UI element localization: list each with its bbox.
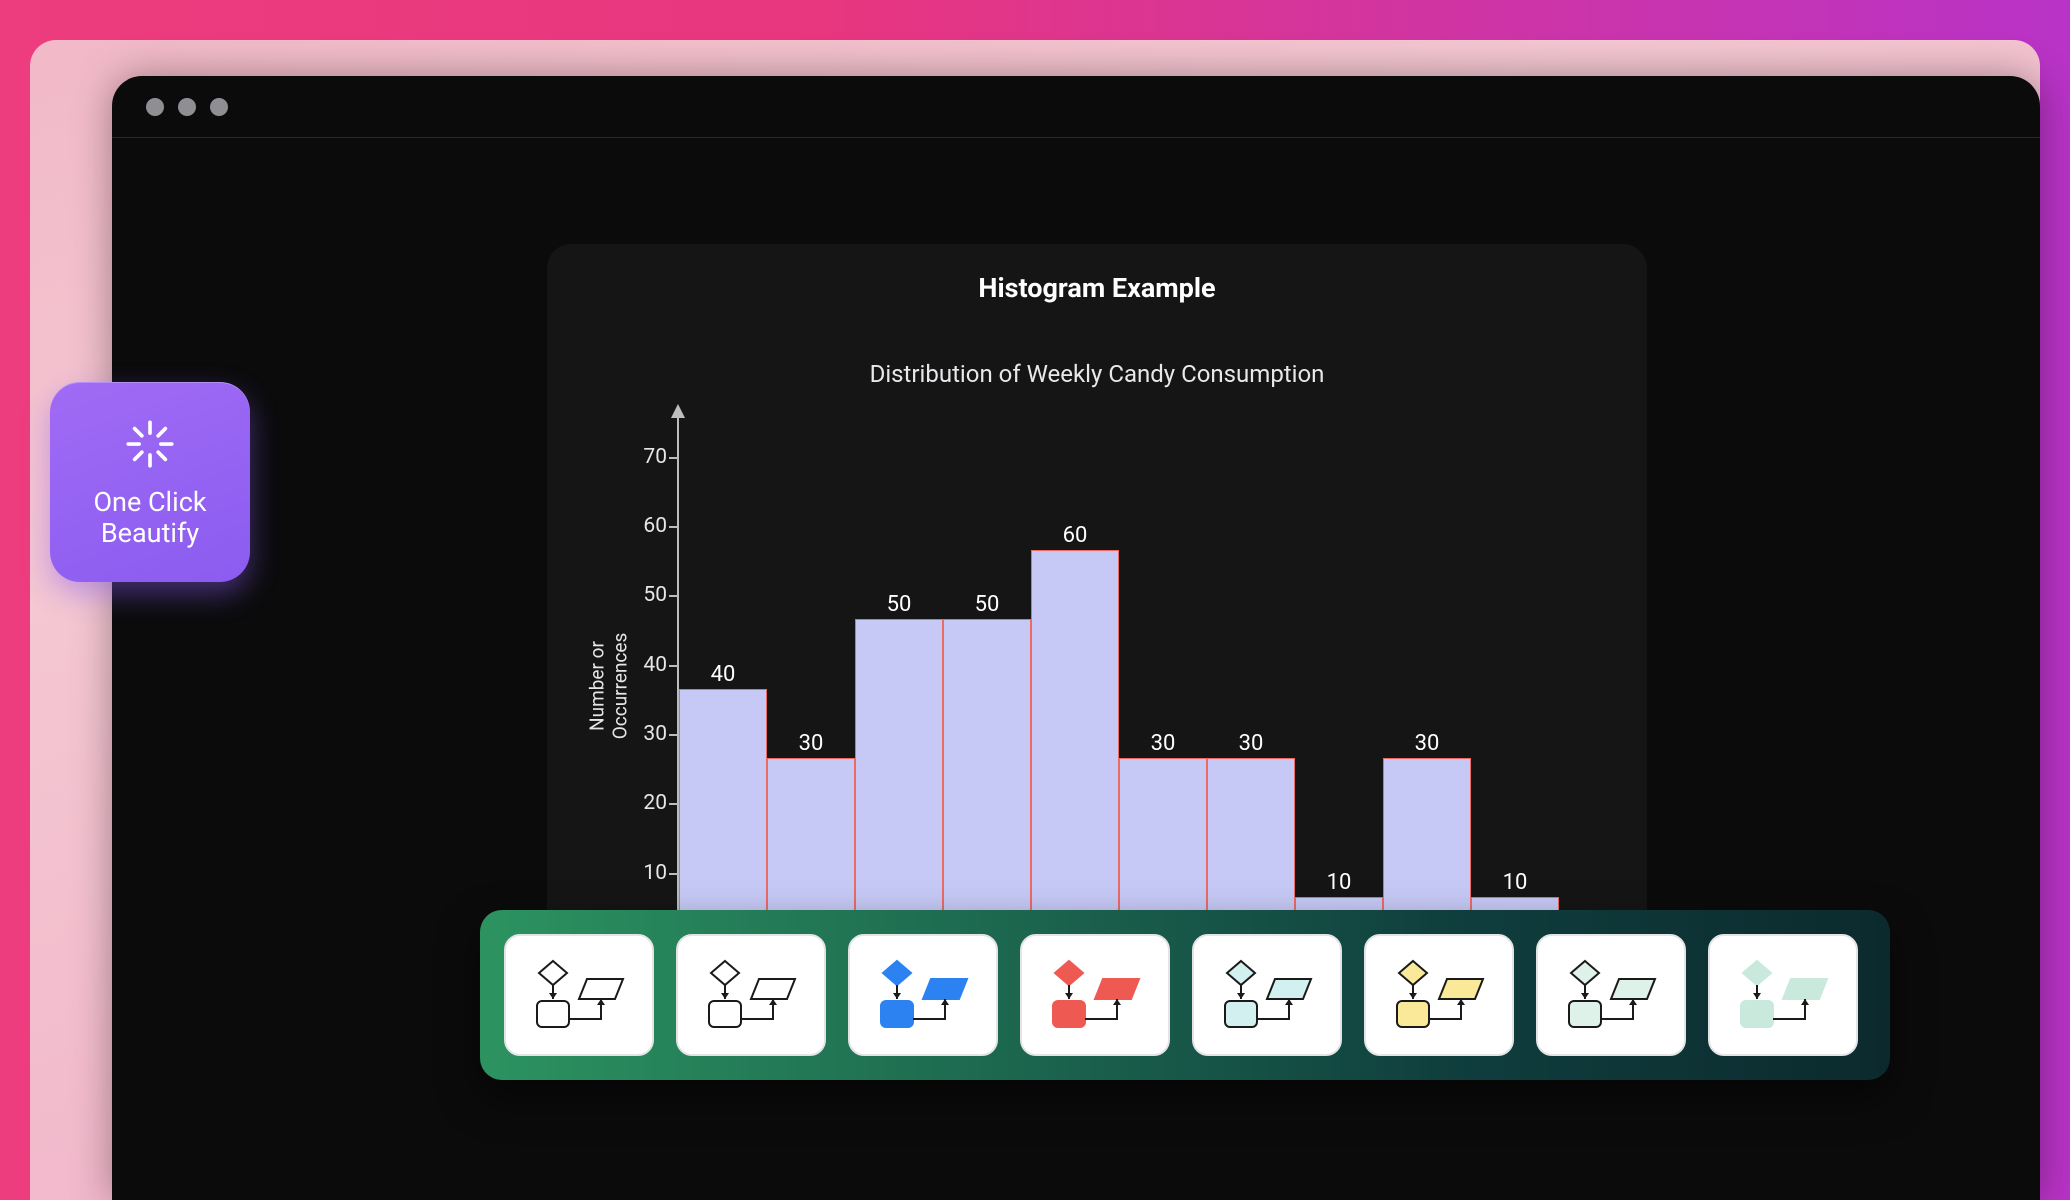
chart-bar: 60 [1031, 550, 1119, 966]
chart-bar-value: 30 [1239, 731, 1264, 756]
theme-picker-bar [480, 910, 1890, 1080]
chart-y-tick: 50 [643, 583, 667, 607]
theme-swatch-yellow[interactable] [1364, 934, 1514, 1056]
theme-swatch-mint[interactable] [1536, 934, 1686, 1056]
theme-swatch-teal-light[interactable] [1192, 934, 1342, 1056]
theme-swatch-mint-pale[interactable] [1708, 934, 1858, 1056]
chart-bar-value: 30 [1151, 731, 1176, 756]
chart-bar-value: 40 [711, 662, 736, 687]
theme-swatch-outline-white[interactable] [504, 934, 654, 1056]
chart-bar-value: 30 [799, 731, 824, 756]
chart-bar-value: 10 [1503, 870, 1528, 895]
chart-y-tick: 20 [643, 791, 667, 815]
chart-y-tick: 70 [643, 445, 667, 469]
chart-bar-value: 60 [1063, 523, 1088, 548]
chart-bars: 40 30 50 50 60 30 30 10 30 10 [679, 406, 1617, 966]
chart-y-tick: 10 [643, 861, 667, 885]
chart-y-tick: 40 [643, 653, 667, 677]
chart-y-tick: 30 [643, 722, 667, 746]
window-control-minimize[interactable] [178, 98, 196, 116]
theme-swatch-red[interactable] [1020, 934, 1170, 1056]
chart-bar-value: 30 [1415, 731, 1440, 756]
window-control-close[interactable] [146, 98, 164, 116]
theme-swatch-blue[interactable] [848, 934, 998, 1056]
one-click-beautify-button[interactable]: One ClickBeautify [50, 382, 250, 582]
chart-plot: 40 30 50 50 60 30 30 10 30 10 [677, 406, 1617, 966]
chart-bar-value: 50 [975, 592, 1000, 617]
sparkle-icon [121, 415, 179, 477]
window-control-zoom[interactable] [210, 98, 228, 116]
chart-plot-area: Number or Occurrences 10203040506070 403… [617, 406, 1617, 966]
chart-subtitle: Distribution of Weekly Candy Consumption [547, 360, 1647, 388]
window-titlebar [112, 76, 2040, 138]
beautify-label: One ClickBeautify [93, 487, 206, 549]
chart-bar-value: 10 [1327, 870, 1352, 895]
chart-bar-value: 50 [887, 592, 912, 617]
chart-title: Histogram Example [547, 272, 1647, 304]
chart-y-tick: 60 [643, 514, 667, 538]
theme-swatch-outline-white-2[interactable] [676, 934, 826, 1056]
